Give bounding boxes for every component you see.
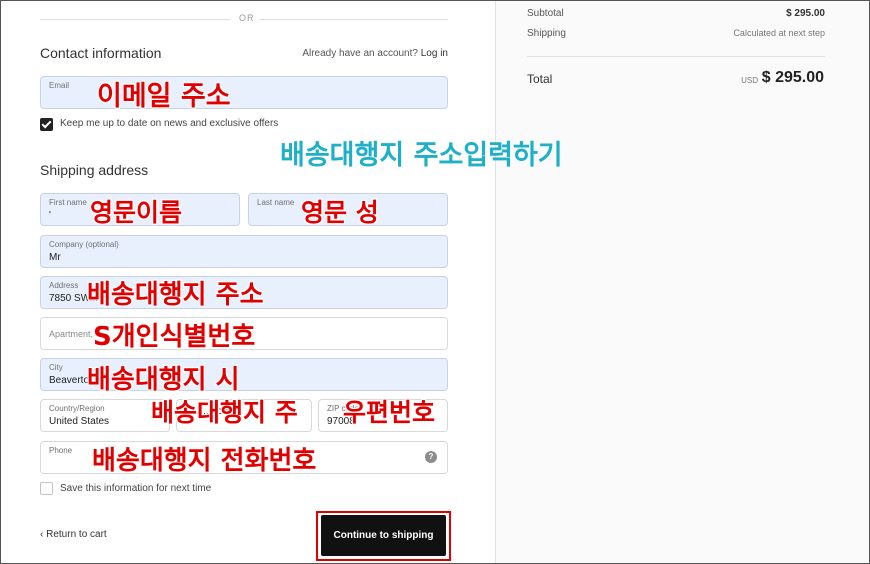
return-to-cart-label: Return to cart [46, 529, 107, 540]
or-divider-text: OR [239, 13, 255, 23]
total-label: Total [527, 72, 553, 86]
login-link[interactable]: Log in [421, 48, 448, 59]
subtotal-value: $ 295.00 [786, 8, 825, 19]
or-divider-right [259, 19, 448, 20]
annotation-address: 배송대행지 주소 [87, 280, 264, 310]
chevron-left-icon: ‹ [40, 529, 44, 540]
shipping-address-title: Shipping address [40, 162, 149, 178]
country-label: Country/Region [49, 404, 105, 413]
company-value: Mr [49, 252, 61, 263]
annotation-zip: 우편번호 [343, 398, 436, 427]
or-divider-left [40, 19, 230, 20]
return-to-cart-link[interactable]: ‹ Return to cart [40, 529, 107, 540]
subtotal-row: Subtotal $ 295.00 [527, 8, 825, 19]
annotation-first-name: 영문이름 [90, 198, 183, 227]
subtotal-label: Subtotal [527, 8, 564, 19]
account-prompt: Already have an account? Log in [302, 48, 448, 59]
help-icon[interactable]: ? [425, 451, 437, 463]
save-info-label: Save this information for next time [60, 483, 212, 494]
shipping-row: Shipping Calculated at next step [527, 28, 825, 39]
marketing-label: Keep me up to date on news and exclusive… [60, 118, 279, 129]
save-info-checkbox[interactable] [40, 482, 53, 495]
company-label: Company (optional) [49, 240, 119, 249]
account-prompt-text: Already have an account? [302, 48, 418, 59]
contact-info-title: Contact information [40, 45, 162, 61]
total-currency: USD [741, 76, 758, 85]
total-value: $ 295.00 [761, 69, 824, 86]
annotation-header: 배송대행지 주소입력하기 [280, 140, 563, 171]
annotation-apartment: S개인식별번호 [93, 322, 256, 352]
marketing-checkbox[interactable] [40, 118, 53, 131]
company-field[interactable]: Company (optional) Mr [40, 235, 448, 268]
summary-divider [527, 56, 825, 57]
order-summary-panel: Subtotal $ 295.00 Shipping Calculated at… [495, 1, 869, 563]
annotation-email: 이메일 주소 [97, 81, 231, 112]
annotation-last-name: 영문 성 [301, 198, 379, 227]
annotation-phone: 배송대행지 전화번호 [92, 446, 317, 476]
country-value: United States [49, 416, 110, 427]
annotation-city: 배송대행지 시 [87, 365, 240, 395]
continue-to-shipping-button[interactable]: Continue to shipping [321, 515, 446, 556]
annotation-state: 배송대행지 주 [151, 398, 298, 427]
shipping-label: Shipping [527, 28, 566, 39]
shipping-value: Calculated at next step [733, 28, 825, 38]
